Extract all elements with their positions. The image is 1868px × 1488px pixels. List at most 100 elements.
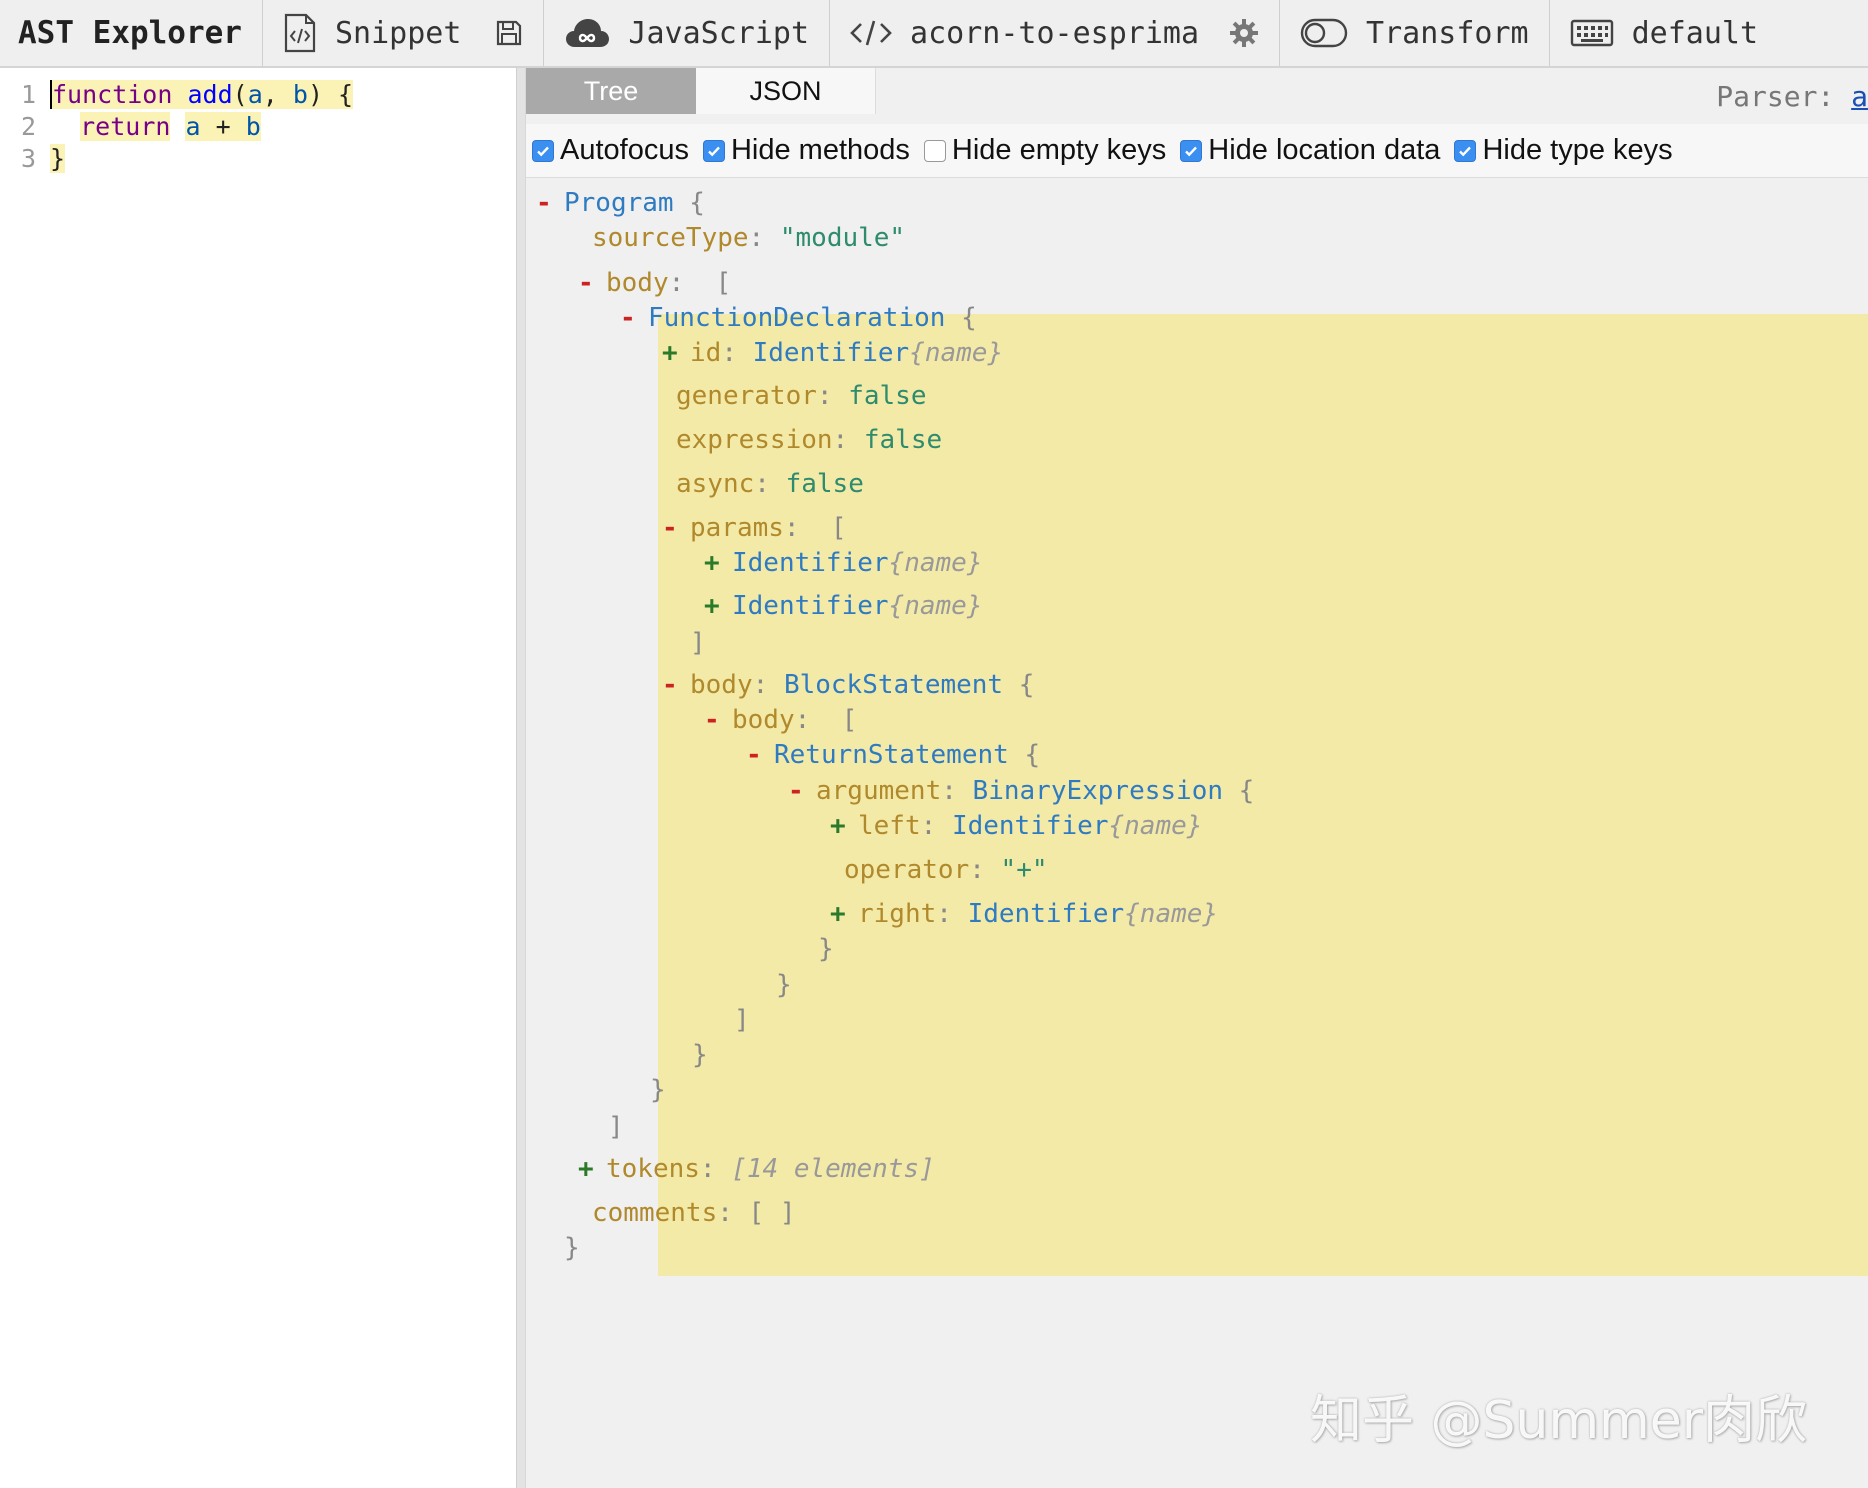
editor-line[interactable]: 2 return a + b xyxy=(0,110,516,142)
editor-line[interactable]: 1 function add(a, b) { xyxy=(0,78,516,110)
node-key: body xyxy=(732,705,795,735)
keyboard-icon xyxy=(1570,18,1614,48)
collapse-toggle[interactable]: - xyxy=(536,188,564,218)
expand-toggle[interactable]: + xyxy=(830,811,858,841)
language-label: JavaScript xyxy=(628,15,810,51)
key-colon: : xyxy=(969,855,1001,885)
node-type[interactable]: Program xyxy=(564,188,674,218)
tree-node[interactable]: - params: [ xyxy=(662,511,847,545)
tree-node[interactable]: - body: [ xyxy=(704,703,857,737)
node-value: false xyxy=(848,381,927,411)
code-brackets-icon xyxy=(850,18,892,48)
node-type[interactable]: Identifier xyxy=(753,338,910,368)
tree-node[interactable]: + right: Identifier {name} xyxy=(830,897,1218,931)
gear-icon[interactable] xyxy=(1229,18,1259,48)
node-type[interactable]: Identifier xyxy=(952,811,1109,841)
tree-node: async: false xyxy=(662,467,864,501)
checkbox-checked-icon[interactable] xyxy=(532,139,554,162)
option-label: Hide type keys xyxy=(1482,134,1673,166)
node-type[interactable]: BinaryExpression xyxy=(973,776,1223,806)
code-editor[interactable]: 1 function add(a, b) {2 return a + b 3} xyxy=(0,68,516,1488)
tree-node: expression: false xyxy=(662,423,942,457)
expand-toggle[interactable]: + xyxy=(662,338,690,368)
collapse-toggle[interactable]: - xyxy=(578,268,606,298)
line-code: function add(a, b) { xyxy=(50,79,354,109)
tree-node[interactable]: - argument: BinaryExpression { xyxy=(788,774,1254,808)
pane-resizer[interactable] xyxy=(516,68,526,1488)
save-icon[interactable] xyxy=(495,19,523,47)
node-value: "+" xyxy=(1000,855,1048,885)
tree-node[interactable]: + Identifier {name} xyxy=(704,589,982,623)
tree-node: ] xyxy=(734,1003,750,1037)
language-selector[interactable]: JavaScript xyxy=(544,0,831,66)
tree-node[interactable]: - FunctionDeclaration { xyxy=(620,301,977,335)
collapse-toggle[interactable]: - xyxy=(620,303,648,333)
node-summary: {name} xyxy=(909,338,1004,368)
option-hide-methods[interactable]: Hide methods xyxy=(702,134,910,167)
tree-node[interactable]: - ReturnStatement { xyxy=(746,738,1040,772)
option-label: Hide methods xyxy=(730,134,910,166)
open-bracket: { xyxy=(1003,670,1035,700)
checkbox-unchecked-icon[interactable] xyxy=(923,139,946,162)
open-bracket: { xyxy=(945,303,977,333)
option-hide-location-data[interactable]: Hide location data xyxy=(1180,134,1440,167)
node-type[interactable]: FunctionDeclaration xyxy=(648,303,945,333)
transform-toggle[interactable]: Transform xyxy=(1280,0,1550,66)
checkbox-checked-icon[interactable] xyxy=(1454,139,1477,162)
snippet-button[interactable]: Snippet xyxy=(263,0,545,66)
key-colon: : xyxy=(920,811,952,841)
tree-options: Autofocus Hide methods Hide empty keys Hide… xyxy=(526,124,1868,178)
expand-toggle[interactable]: + xyxy=(704,548,732,578)
collapse-toggle[interactable]: - xyxy=(662,670,690,700)
code-token: , xyxy=(262,79,293,109)
code-token: } xyxy=(50,143,66,173)
top-toolbar: AST Explorer Snippet JavaScript acorn-to… xyxy=(0,0,1868,68)
keymap-selector[interactable]: default xyxy=(1550,0,1768,66)
key-colon: : xyxy=(748,223,780,253)
tab-json[interactable]: JSON xyxy=(696,68,876,114)
tree-node: operator: "+" xyxy=(830,853,1048,887)
option-autofocus[interactable]: Autofocus xyxy=(532,134,689,167)
code-token: a xyxy=(185,111,201,141)
key-colon: : xyxy=(941,776,973,806)
key-colon: : xyxy=(754,469,786,499)
parser-link[interactable]: a xyxy=(1851,80,1868,113)
keymap-label: default xyxy=(1631,15,1759,51)
collapse-toggle[interactable]: - xyxy=(704,705,732,735)
tree-node[interactable]: - body: [ xyxy=(578,266,731,300)
node-type[interactable]: Identifier xyxy=(732,591,889,621)
tree-node[interactable]: + id: Identifier {name} xyxy=(662,336,1003,370)
collapse-toggle[interactable]: - xyxy=(746,740,774,770)
parser-selector[interactable]: acorn-to-esprima xyxy=(830,0,1281,66)
code-token: ) { xyxy=(307,79,354,109)
tree-node[interactable]: + left: Identifier {name} xyxy=(830,809,1202,843)
expand-toggle[interactable]: + xyxy=(704,591,732,621)
expand-toggle[interactable]: + xyxy=(830,899,858,929)
option-label: Hide empty keys xyxy=(951,134,1167,166)
node-type[interactable]: ReturnStatement xyxy=(774,740,1009,770)
tree-node[interactable]: - body: BlockStatement { xyxy=(662,668,1034,702)
checkbox-checked-icon[interactable] xyxy=(702,139,725,162)
tree-node[interactable]: + tokens: [14 elements] xyxy=(578,1152,935,1186)
collapse-toggle[interactable]: - xyxy=(788,776,816,806)
option-hide-empty-keys[interactable]: Hide empty keys xyxy=(923,134,1167,167)
option-hide-type-keys[interactable]: Hide type keys xyxy=(1454,134,1673,167)
parser-info: Parser: a xyxy=(1716,80,1868,113)
editor-line[interactable]: 3} xyxy=(0,142,516,174)
tree-node[interactable]: + Identifier {name} xyxy=(704,546,982,580)
node-summary: [14 elements] xyxy=(731,1154,935,1184)
node-type[interactable]: Identifier xyxy=(732,548,889,578)
node-type[interactable]: BlockStatement xyxy=(784,670,1003,700)
key-colon: : xyxy=(721,338,753,368)
tab-tree[interactable]: Tree xyxy=(526,68,696,114)
collapse-toggle[interactable]: - xyxy=(662,513,690,543)
line-number: 3 xyxy=(20,143,36,173)
checkbox-checked-icon[interactable] xyxy=(1180,139,1203,162)
tree-node[interactable]: - Program { xyxy=(536,186,705,220)
expand-toggle[interactable]: + xyxy=(578,1154,606,1184)
tree-node: ] xyxy=(608,1110,624,1144)
node-key: params xyxy=(690,513,784,543)
snippet-label: Snippet xyxy=(334,15,462,51)
toggle-icon xyxy=(1300,18,1348,48)
node-type[interactable]: Identifier xyxy=(968,899,1125,929)
